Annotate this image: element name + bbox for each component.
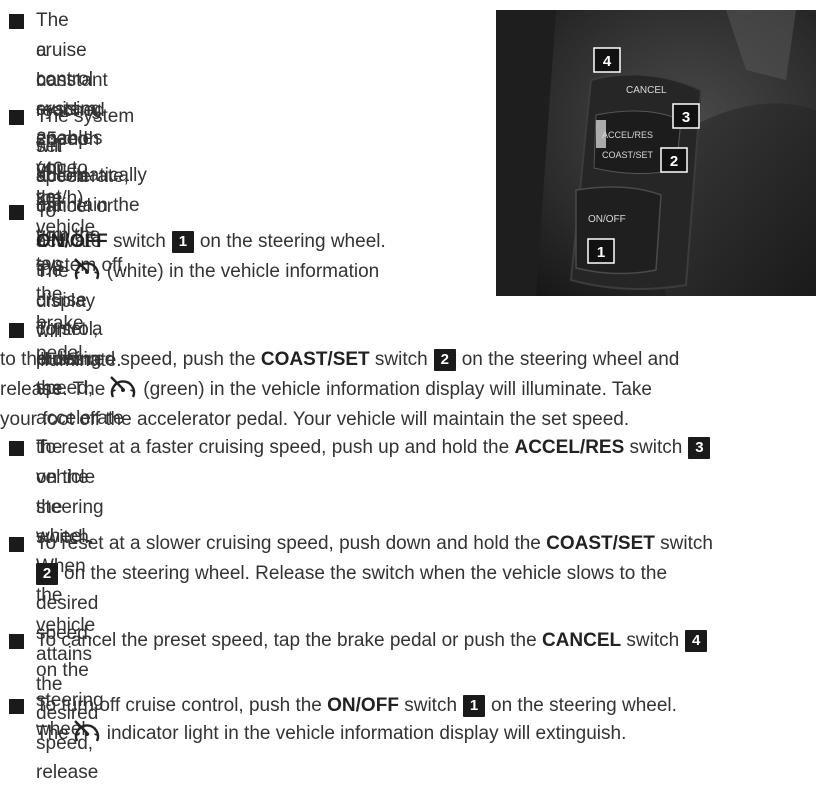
item-line: your foot off the accelerator pedal. You… xyxy=(0,409,630,430)
item-line: ON/OFF switch 1 on the steering wheel. xyxy=(36,231,386,253)
coast-set-term: COAST/SET xyxy=(546,533,655,554)
manual-page: CANCEL ACCEL/RES COAST/SET ON/OFF 4 3 2 … xyxy=(0,0,820,783)
callout-badge-3: 3 xyxy=(688,437,711,459)
cruise-indicator-icon xyxy=(110,376,136,398)
steering-switch-illustration: CANCEL ACCEL/RES COAST/SET ON/OFF 4 3 2 … xyxy=(496,10,816,296)
item-line: to the desired speed, push the COAST/SET… xyxy=(0,349,680,371)
callout-2: 2 xyxy=(670,153,678,170)
bullet-square-icon xyxy=(9,699,24,714)
item-line: The (white) in the vehicle information xyxy=(36,257,379,287)
cruise-indicator-icon xyxy=(73,258,99,280)
bullet-square-icon xyxy=(9,441,24,456)
bullet-square-icon xyxy=(9,323,24,338)
bullet-square-icon xyxy=(9,205,24,220)
accel-res-term: ACCEL/RES xyxy=(514,437,625,458)
item-line: The indicator light in the vehicle inform… xyxy=(36,719,626,749)
item-line: To reset at a slower cruising speed, pus… xyxy=(36,533,713,554)
callout-badge-2: 2 xyxy=(433,349,456,371)
accel-res-label: ACCEL/RES xyxy=(602,130,653,140)
callout-4: 4 xyxy=(603,53,612,70)
on-off-term: ON/OFF xyxy=(327,695,399,716)
item-line: 2 on the steering wheel. Release the swit… xyxy=(36,559,667,589)
item-line: To reset at a faster cruising speed, pus… xyxy=(36,433,716,463)
bullet-square-icon xyxy=(9,14,24,29)
cancel-label: CANCEL xyxy=(626,85,667,96)
callout-badge-4: 4 xyxy=(685,630,708,652)
item-line: To turn off cruise control, push the ON/… xyxy=(36,695,677,717)
bullet-square-icon xyxy=(9,537,24,552)
on-off-label: ON/OFF xyxy=(588,214,626,225)
item-line: To cancel the preset speed, tap the brak… xyxy=(36,626,713,656)
item-line: release. The (green) in the vehicle infor… xyxy=(0,375,652,405)
steering-switch-photo: CANCEL ACCEL/RES COAST/SET ON/OFF 4 3 2 … xyxy=(496,10,816,296)
on-off-term: ON/OFF xyxy=(36,231,108,252)
bullet-square-icon xyxy=(9,110,24,125)
callout-badge-2: 2 xyxy=(36,563,58,585)
bullet-square-icon xyxy=(9,634,24,649)
callout-3: 3 xyxy=(682,109,690,126)
callout-badge-1: 1 xyxy=(463,695,486,717)
coast-set-label: COAST/SET xyxy=(602,150,654,160)
coast-set-term: COAST/SET xyxy=(260,349,370,370)
cancel-term: CANCEL xyxy=(541,630,622,651)
callout-badge-1: 1 xyxy=(171,231,194,253)
cruise-indicator-icon xyxy=(73,720,99,742)
callout-1: 1 xyxy=(597,244,605,261)
